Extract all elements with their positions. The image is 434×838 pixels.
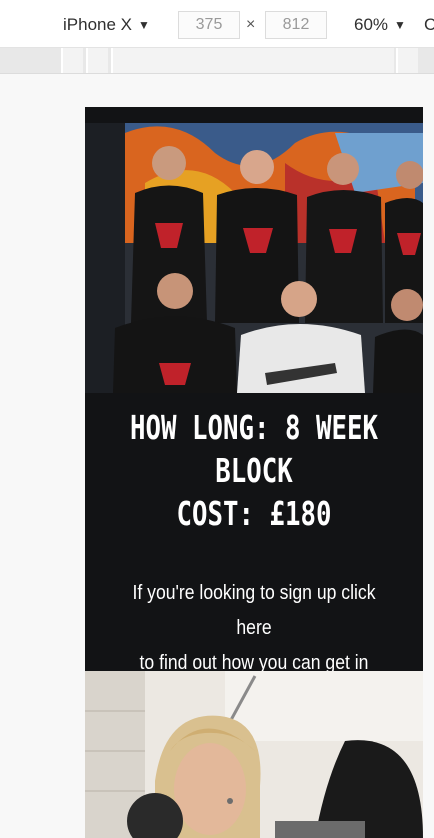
ruler-segment[interactable] — [86, 48, 108, 73]
media-query-bar[interactable] — [0, 48, 434, 74]
team-photo — [85, 123, 423, 393]
caret-down-icon: ▼ — [394, 18, 406, 32]
cta-line: If you're looking to sign up click here — [132, 582, 376, 639]
caret-down-icon: ▼ — [138, 18, 150, 32]
ruler-segment[interactable] — [111, 48, 394, 73]
device-select[interactable]: iPhone X ▼ — [63, 15, 150, 35]
zoom-select[interactable]: 60% ▼ — [354, 15, 406, 35]
height-input[interactable] — [265, 11, 327, 39]
emulated-page: HOW LONG: 8 WEEK BLOCK COST: £180 If you… — [85, 107, 423, 838]
dimension-separator: × — [246, 16, 256, 33]
headline-line: COST: £180 — [176, 494, 332, 533]
headline-line: BLOCK — [215, 451, 293, 490]
device-toolbar: iPhone X ▼ × 60% ▼ C — [0, 0, 434, 48]
ruler-segment[interactable] — [396, 48, 418, 73]
headline-line: HOW LONG: 8 WEEK — [130, 408, 378, 447]
device-name: iPhone X — [63, 15, 132, 34]
zoom-value: 60% — [354, 15, 389, 34]
truncated-control[interactable]: C — [424, 15, 434, 35]
pricing-headline: HOW LONG: 8 WEEK BLOCK COST: £180 — [122, 406, 386, 535]
ruler-segment[interactable] — [61, 48, 83, 73]
width-input[interactable] — [178, 11, 240, 39]
training-photo — [85, 671, 423, 838]
